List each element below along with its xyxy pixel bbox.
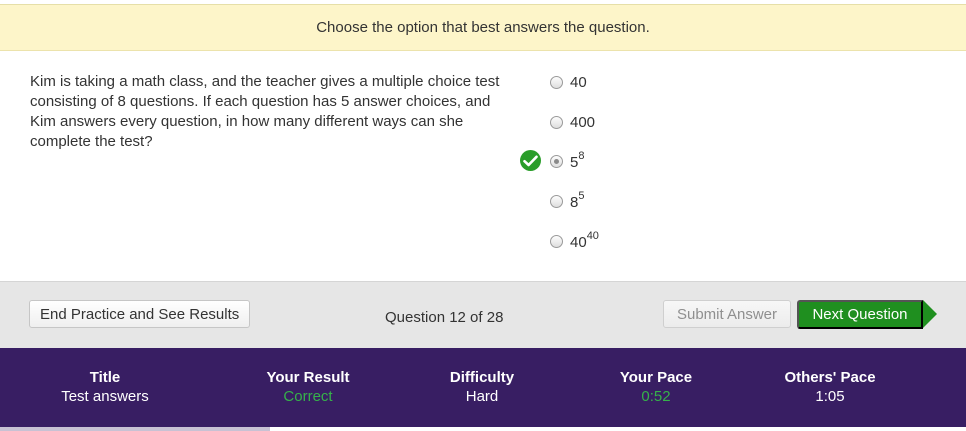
stat-difficulty-value: Hard (465, 388, 499, 405)
progress-fill (0, 427, 271, 431)
progress-track (0, 427, 966, 431)
question-area: Kim is taking a math class, and the teac… (0, 51, 966, 281)
stat-others-pace-value: 1:05 (815, 388, 845, 405)
instruction-banner: Choose the option that best answers the … (0, 5, 966, 51)
option-5-label[interactable]: 4040 (570, 230, 599, 251)
stat-title-value: Test answers (61, 388, 149, 405)
option-3[interactable]: 58 (520, 150, 584, 172)
stat-others-pace-heading: Others' Pace (784, 369, 876, 386)
option-2-label[interactable]: 400 (570, 114, 595, 131)
instruction-text: Choose the option that best answers the … (316, 19, 650, 36)
option-5-radio[interactable] (550, 234, 563, 248)
next-arrow-icon[interactable] (923, 300, 937, 328)
option-4-label[interactable]: 85 (570, 190, 584, 211)
option-4[interactable]: 85 (550, 190, 584, 212)
action-bar: End Practice and See Results Question 12… (0, 281, 966, 348)
stat-difficulty-heading: Difficulty (449, 369, 515, 386)
question-counter: Question 12 of 28 (385, 309, 504, 326)
option-1-radio[interactable] (550, 75, 563, 89)
stat-title-heading: Title (89, 369, 121, 386)
stat-pace-value: 0:52 (641, 388, 671, 405)
stat-pace: Your Pace 0:52 (606, 369, 706, 407)
submit-answer-button[interactable]: Submit Answer (663, 300, 791, 328)
option-5[interactable]: 4040 (550, 230, 599, 252)
stat-title: Title Test answers (55, 369, 155, 407)
question-text: Kim is taking a math class, and the teac… (30, 73, 500, 150)
stat-difficulty: Difficulty Hard (432, 369, 532, 407)
next-question-button[interactable]: Next Question (797, 300, 923, 329)
stats-bar: Title Test answers Your Result Correct D… (0, 348, 966, 427)
option-2[interactable]: 400 (550, 111, 595, 133)
option-4-radio[interactable] (550, 194, 563, 208)
check-icon (520, 150, 541, 171)
end-practice-button[interactable]: End Practice and See Results (29, 300, 251, 328)
stat-others-pace: Others' Pace 1:05 (770, 369, 890, 407)
option-1[interactable]: 40 (550, 71, 587, 93)
stat-pace-heading: Your Pace (619, 369, 693, 386)
option-2-radio[interactable] (550, 115, 563, 129)
stat-result-heading: Your Result (266, 369, 350, 386)
option-3-radio[interactable] (550, 154, 563, 168)
option-1-label[interactable]: 40 (570, 74, 587, 91)
stat-result-value: Correct (283, 388, 333, 405)
option-3-label[interactable]: 58 (570, 150, 584, 171)
stat-result: Your Result Correct (248, 369, 368, 407)
